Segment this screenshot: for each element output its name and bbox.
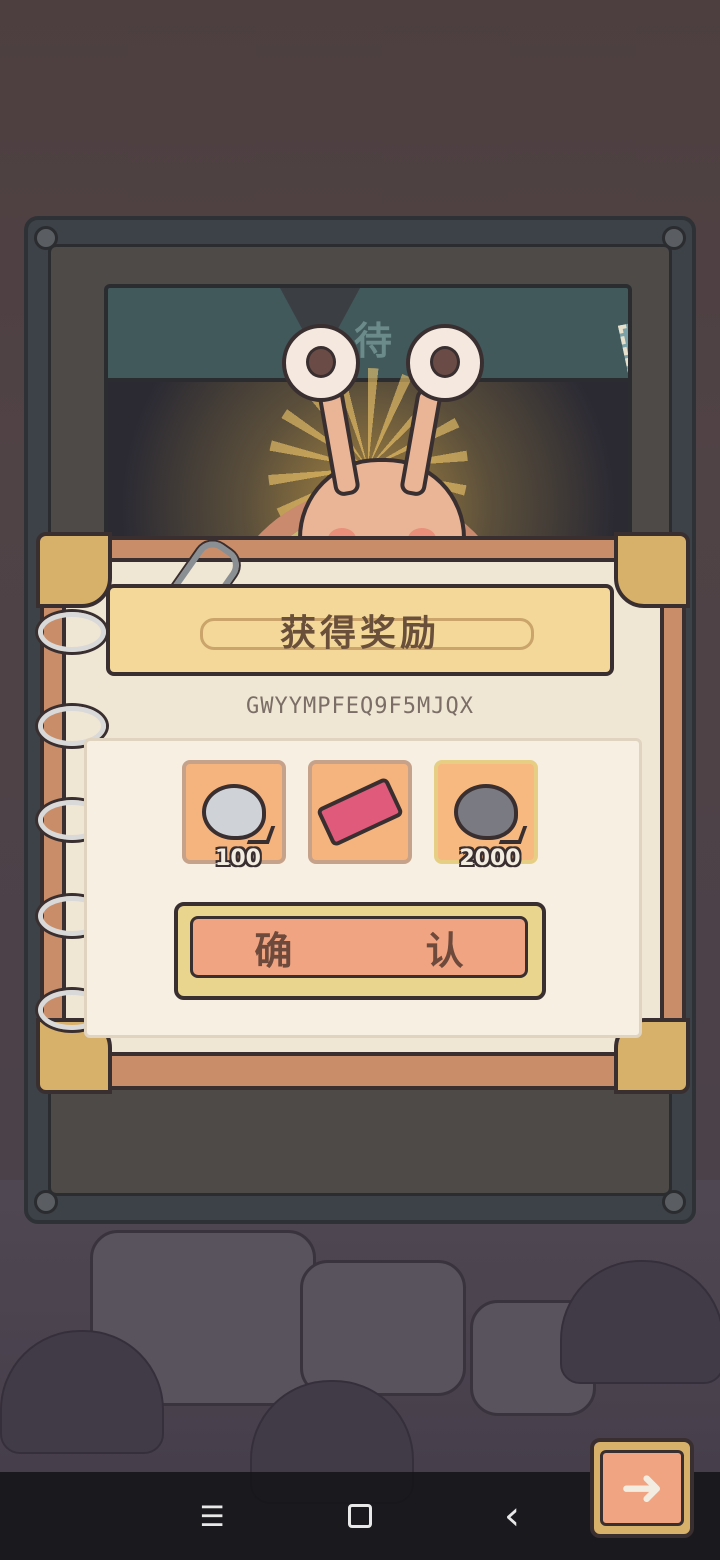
dialog-title: 获得奖励 [279, 613, 440, 654]
reward-count: 2000 [459, 846, 521, 871]
bolt-icon [662, 226, 686, 250]
confirm-button-face: 确 认 [190, 916, 528, 978]
dark-blob-icon [454, 784, 518, 840]
confirm-label: 确 认 [254, 928, 524, 973]
menu-icon: ☰ [199, 1499, 225, 1533]
home-button[interactable] [330, 1494, 390, 1538]
ticket-icon [315, 776, 405, 848]
back-button[interactable]: ‹ [482, 1493, 542, 1539]
bolt-icon [34, 1190, 58, 1214]
confirm-button[interactable]: 确 认 [174, 902, 546, 1000]
reward-item[interactable] [308, 760, 412, 864]
snail-eye [282, 324, 360, 402]
back-icon: ‹ [504, 1493, 520, 1539]
reward-count: 100 [215, 846, 261, 871]
title-banner: 获得奖励 [106, 584, 614, 676]
bolt-icon [34, 226, 58, 250]
binder-ring-icon [38, 612, 106, 652]
snail-eye [406, 324, 484, 402]
redeem-code: GWYYMPFEQ9F5MJQX [246, 694, 474, 719]
corner-bracket [614, 532, 690, 608]
gray-blob-icon [202, 784, 266, 840]
arrow-right-icon: ➜ [600, 1450, 684, 1526]
recents-button[interactable]: ☰ [182, 1494, 242, 1538]
corner-bracket [36, 532, 112, 608]
next-button[interactable]: ➜ [590, 1438, 694, 1538]
home-icon [348, 1504, 372, 1528]
game-screen: 待 🎁 获得奖励 [0, 0, 720, 1560]
bolt-icon [662, 1190, 686, 1214]
